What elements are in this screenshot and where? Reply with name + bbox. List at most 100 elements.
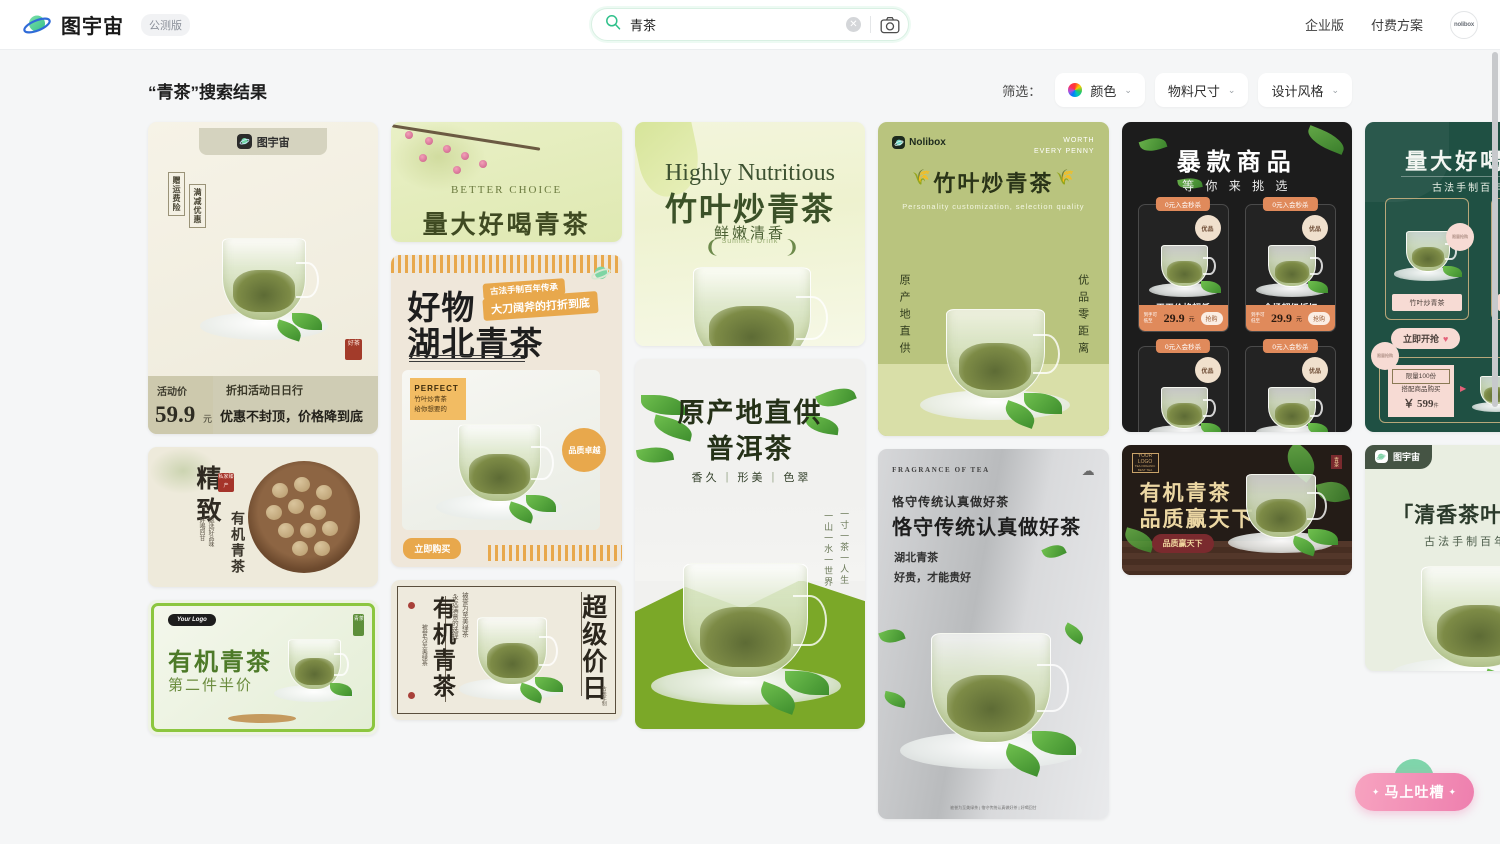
card7-vsub1: 甄选好品味 [207, 517, 213, 547]
card6-title: 量大好喝青茶 [1405, 149, 1500, 174]
app-header: 图宇宙 公测版 ✕ 企业版 付费方案 nolibox [0, 0, 1500, 50]
card4-title-small: 恪守传统认真做好茶 [892, 495, 1010, 509]
card12-price-note: 到手可低至 [1250, 312, 1265, 323]
tea-cup-illustration [200, 234, 328, 342]
card1-line1: 折扣活动日日行 [226, 385, 303, 397]
card10-en-title: Highly Nutritious [664, 160, 835, 186]
card8-right-small: 古法手制 [600, 686, 607, 706]
filter-size[interactable]: 物料尺寸 ⌄ [1154, 73, 1249, 107]
card6-corner-badge: 限量抢购 [1445, 223, 1474, 251]
result-card[interactable]: 图宇宙 赠运费险 满减优惠 好茶 活动价 59.9 元 折扣活动日日行 优惠不封… [148, 122, 379, 434]
card13-brand: 图宇宙 [1392, 452, 1420, 462]
card2-sticky1: PERFECT [414, 384, 459, 393]
result-card[interactable]: 图宇宙 24 小时 自动发货 「清香茶叶农场」 古法手制百年传承 [1364, 445, 1500, 671]
filter-style[interactable]: 设计风格 ⌄ [1258, 73, 1352, 107]
card9-tag: 青茶 [353, 614, 365, 636]
card12-tag: 0元入会秒杀 [1156, 339, 1211, 353]
tea-cup-illustration [1390, 561, 1500, 671]
card5-vstamp: 青茶 [1330, 455, 1342, 469]
avatar[interactable]: nolibox [1450, 10, 1478, 39]
card2-stamp: 品质卓越 [562, 428, 607, 472]
chevron-down-icon: ⌄ [1124, 84, 1132, 95]
card4-footer: 被誉为至美绿茶 | 恪守传统认真做好茶 | 好喝回甘 [950, 805, 1037, 810]
card9-sub: 第二件半价 [168, 677, 254, 694]
result-card[interactable]: YOUR LOGO TEA ORGANIC BEST TEA 青茶 有机青茶 品… [1121, 445, 1352, 575]
card11-title: 竹叶炒青茶 [933, 171, 1054, 196]
main-content: “青茶”搜索结果 筛选： 颜色 ⌄ 物料尺寸 ⌄ 设计风格 ⌄ 图宇宙 赠运费险… [0, 50, 1500, 844]
chevron-down-icon: ⌄ [1227, 84, 1236, 95]
card4-sub1: 湖北青茶 [894, 552, 939, 564]
result-card[interactable]: Highly Nutritious 竹叶炒青茶 鲜嫩清香 ❨ ❩ Summer … [634, 122, 866, 346]
card11-logo: Nolibox [909, 137, 946, 148]
sparkle-icon: ✦ [1448, 786, 1457, 797]
card2-sticky2: 竹叶炒青茶 [414, 396, 447, 403]
filter-label: 筛选： [1002, 83, 1042, 99]
card12-price1: 29.9 [1163, 310, 1185, 325]
card2-sticky3: 给你想要的 [414, 405, 447, 413]
feedback-fab[interactable]: ✦ 马上吐槽 ✦ [1354, 759, 1474, 811]
card5-logo-sub: TEA ORGANIC BEST TEA [1134, 464, 1156, 472]
page-scrollbar[interactable] [1492, 52, 1498, 407]
nav-enterprise[interactable]: 企业版 [1305, 15, 1344, 34]
result-card[interactable]: 精 私家臻产 致 有机青茶 甄选好品味 好喝回甘 [148, 447, 379, 587]
planet-icon [590, 263, 612, 290]
filter-color-label: 颜色 [1090, 83, 1117, 99]
results-toolbar: “青茶”搜索结果 筛选： 颜色 ⌄ 物料尺寸 ⌄ 设计风格 ⌄ [148, 50, 1352, 122]
card2-buy-button[interactable]: 立即购买 [403, 538, 462, 559]
card11-corner2: EVERY PENNY [1034, 147, 1095, 155]
result-card[interactable]: Nolibox WORTH EVERY PENNY 🌾 🌾 竹叶炒青茶 Pers… [878, 122, 1109, 436]
card7-vsub2: 好喝回甘 [198, 517, 204, 541]
tea-cup-illustration [1148, 243, 1221, 297]
card3-sub-1: 形 美 [737, 472, 763, 484]
beta-tag: 公测版 [141, 13, 190, 36]
card3-sub-2: 色 翠 [783, 472, 809, 484]
card6-cta1-label: 立即开抢 [1402, 334, 1439, 344]
card12-buy-button[interactable]: 抢购 [1200, 311, 1223, 325]
card5-pill: 品质赢天下 [1151, 534, 1214, 553]
nav-pricing[interactable]: 付费方案 [1371, 15, 1423, 34]
card1-brand-bar: 图宇宙 [199, 128, 328, 155]
result-card[interactable]: 古法手制百年传承 大刀阔斧的打折到底 好物 湖北青茶 PERFECT 竹叶炒青茶… [391, 255, 622, 567]
brand-logo[interactable]: 图宇宙 公测版 [22, 10, 190, 40]
card12-price-unit: 元 [1295, 316, 1302, 323]
card9-title: 有机青茶 [168, 649, 272, 676]
card12-quality: 优品 [1301, 357, 1328, 383]
planet-icon [22, 10, 52, 40]
feedback-label: 马上吐槽 [1384, 784, 1445, 800]
card3-sub-0: 香 久 [691, 472, 717, 484]
header-nav: 企业版 付费方案 nolibox [1305, 10, 1478, 39]
card6-sub: 古法手制百年传承 [1432, 183, 1500, 194]
result-card[interactable]: FRAGRANCE OF TEA ☁ 恪守传统认真做好茶 恪守传统认真做好茶 湖… [878, 449, 1109, 819]
heart-icon: ♥ [1442, 333, 1449, 344]
card6-cta1[interactable]: 立即开抢 ♥ [1390, 328, 1461, 349]
card3-title1: 原产地直供 [677, 398, 823, 428]
card12-sub: 等 你 来 挑 选 [1182, 179, 1292, 193]
card12-quality: 优品 [1194, 215, 1221, 241]
result-card[interactable]: Your Logo 青茶 有机青茶 第二件半价 [148, 600, 379, 735]
tea-cup-illustration [1227, 471, 1338, 557]
camera-icon[interactable] [880, 16, 900, 34]
search-bar[interactable]: ✕ [591, 8, 909, 41]
tea-cup-illustration [436, 420, 563, 524]
card4-title-big: 恪守传统认真做好茶 [892, 517, 1082, 539]
result-card[interactable]: 被誉为至美绿茶 有机青茶 永远满意的选择 被誉为至美绿茶 超级价日 古法手制 [391, 580, 622, 720]
result-card[interactable]: 暴款商品 等 你 来 挑 选 0元入会秒杀 优品 天天价格超低 到手可低至 29… [1121, 122, 1352, 432]
search-input[interactable] [621, 17, 846, 32]
color-wheel-icon [1068, 83, 1083, 97]
card1-seal: 好茶 [345, 339, 363, 360]
card3-title2: 普洱茶 [706, 434, 794, 464]
card12-price-note: 到手可低至 [1143, 312, 1158, 323]
tea-cup-illustration [650, 557, 841, 715]
close-circle-icon[interactable]: ✕ [846, 17, 861, 32]
result-card[interactable]: 原产地直供 普洱茶 香 久 | 形 美 | 色 翠 一寸一茶一人生 一山一水一世界 [634, 359, 866, 729]
filter-color[interactable]: 颜色 ⌄ [1055, 73, 1145, 107]
card14-en: BETTER CHOICE [450, 184, 563, 196]
result-card[interactable]: BETTER CHOICE 量大好喝青茶 [391, 122, 622, 242]
card7-title3: 有机青茶 [229, 511, 244, 575]
card12-buy-button[interactable]: 抢购 [1307, 311, 1330, 325]
tea-cup-illustration [274, 636, 355, 702]
card11-en-sub: Personality customization, selection qua… [902, 202, 1085, 211]
tea-cup-illustration [663, 262, 841, 346]
card6-bundle-unit: 件 [1433, 403, 1439, 410]
result-card[interactable]: 量大好喝青茶 古法手制百年传承 限量抢购 竹叶炒青茶 限 [1364, 122, 1500, 432]
